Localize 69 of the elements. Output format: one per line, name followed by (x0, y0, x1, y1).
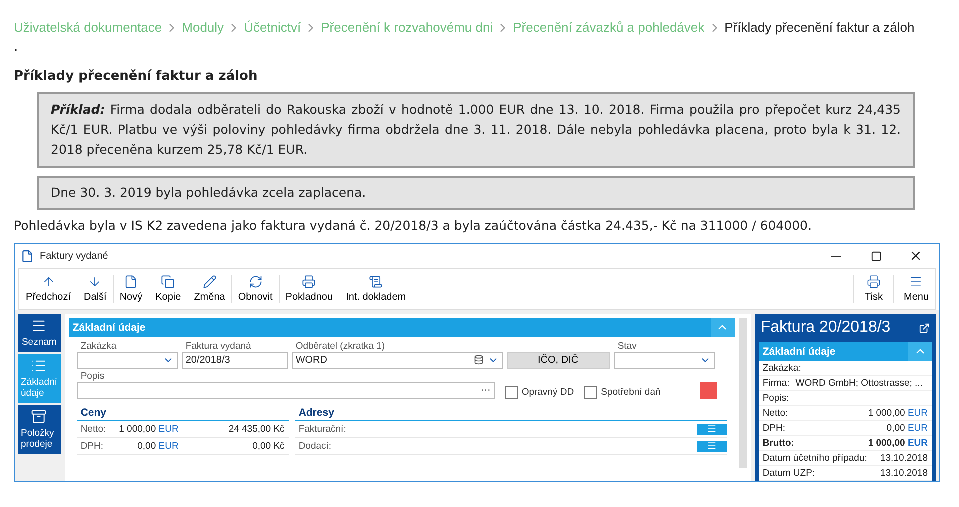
nav-tab[interactable]: Seznam (18, 314, 61, 352)
printer-icon (301, 275, 318, 289)
section-heading: Příklady přecenění faktur a záloh (14, 69, 259, 84)
database-icon (474, 355, 484, 365)
toolbar-button[interactable]: Nový (112, 275, 149, 303)
field-label: Zakázka (80, 341, 118, 352)
panel-row: Brutto: 1 000,00 EUR (758, 436, 932, 451)
toolbar-button[interactable]: Změna (187, 275, 232, 303)
window-title: Faktury vydané (40, 250, 110, 262)
toolbar-button[interactable]: Pokladnou (278, 275, 340, 303)
menu-button[interactable] (696, 440, 727, 452)
external-link-icon[interactable] (919, 322, 930, 334)
panel-title: Faktura 20/2018/3 (760, 319, 891, 337)
refresh-icon (248, 275, 264, 289)
panel-row: Datum UZP: 13.10.2018 (758, 466, 932, 481)
section-header: Základní údaje (758, 342, 932, 361)
input-field[interactable]: ··· (76, 382, 495, 399)
field-label: Popis (80, 371, 106, 382)
column-heading: Adresy (294, 407, 727, 421)
toolbar-button[interactable]: Menu (896, 275, 935, 303)
pencil-icon (202, 275, 218, 289)
lookup-field[interactable]: WORD (292, 352, 503, 369)
panel-row: Zakázka: (758, 361, 932, 376)
field-label: Odběratel (zkratka 1) (294, 341, 386, 352)
box-icon (31, 409, 48, 425)
panel-row: DPH: 0,00 EUR (758, 421, 932, 436)
section-header: Základní údaje (68, 318, 735, 337)
input-field[interactable]: 20/2018/3 (182, 352, 288, 369)
field-label: Stav (616, 341, 638, 352)
scrollbar[interactable] (738, 318, 747, 468)
toolbar-button[interactable]: Kopie (148, 275, 188, 303)
menu-icon (31, 318, 48, 334)
column-heading: Ceny (76, 407, 289, 421)
checkbox[interactable]: Spotřební daň (584, 386, 661, 399)
toolbar-button[interactable]: Tisk (856, 275, 890, 303)
maximize-icon (870, 250, 882, 262)
dot-text: . (14, 41, 20, 55)
price-row: DPH: 0,00 EUR 0,00 Kč (76, 438, 289, 455)
color-swatch[interactable] (700, 382, 717, 399)
breadcrumb-current[interactable]: Příklady přecenění faktur a záloh (724, 20, 915, 35)
panel-row: Firma: WORD GmbH; Ottostrasse; ... (758, 376, 932, 391)
menu-icon (706, 424, 717, 434)
panel-row: Datum účetního případu: 13.10.2018 (758, 451, 932, 466)
nav-tab[interactable]: Položky prodeje (18, 405, 61, 454)
menu-button[interactable] (696, 424, 727, 434)
close-icon (909, 249, 923, 263)
price-row: Netto: 1 000,00 EUR 24 435,00 Kč (76, 421, 289, 438)
collapse-button[interactable] (710, 318, 735, 337)
address-row: Dodací: (294, 438, 727, 455)
toolbar-button[interactable]: Předchozí (19, 275, 78, 303)
ico-dic-button[interactable]: IČO, DIČ (506, 352, 610, 369)
toolbar-button[interactable]: Další (77, 275, 113, 303)
paragraph: Pohledávka byla v IS K2 zavedena jako faktura vydaná č. 20/2018/3 a byla zaúčtována částka 24.435,- Kč na 311000 / 604000. (14, 218, 813, 233)
copy-icon (160, 275, 176, 289)
panel-row: Popis: (758, 391, 932, 406)
address-row: Fakturační: (294, 421, 727, 438)
receipt-icon (368, 275, 384, 289)
dropdown-field[interactable] (76, 352, 178, 369)
menu-icon (706, 441, 717, 451)
note-text: Dne 30. 3. 2019 byla pohledávka zcela zaplacena. (37, 176, 915, 210)
toolbar-button[interactable]: Obnovit (231, 275, 279, 303)
example-text: Příklad: Firma dodala odběrateli do Rakouska zboží v hodnotě 1.000 EUR dne 13. 10. 2018. Firma použila pro přepočet kurz 24,435 Kč/1 EUR. Platbu ve výši poloviny pohledávky firma obdržela dne 3. 11. 2018. Dále nebyla pohledávka placena, proto byla k 31. 12. 2018 přeceněna kurzem 25,78 Kč/1 EUR. (37, 92, 915, 168)
toolbar-button[interactable]: Int. dokladem (339, 275, 412, 303)
dropdown-field[interactable] (614, 352, 715, 369)
panel-row: Netto: 1 000,00 EUR (758, 406, 932, 421)
checkbox[interactable]: Opravný DD (504, 386, 574, 399)
collapse-button[interactable] (908, 342, 932, 361)
field-label: Faktura vydaná (184, 341, 252, 352)
app-logo-icon (21, 250, 34, 262)
